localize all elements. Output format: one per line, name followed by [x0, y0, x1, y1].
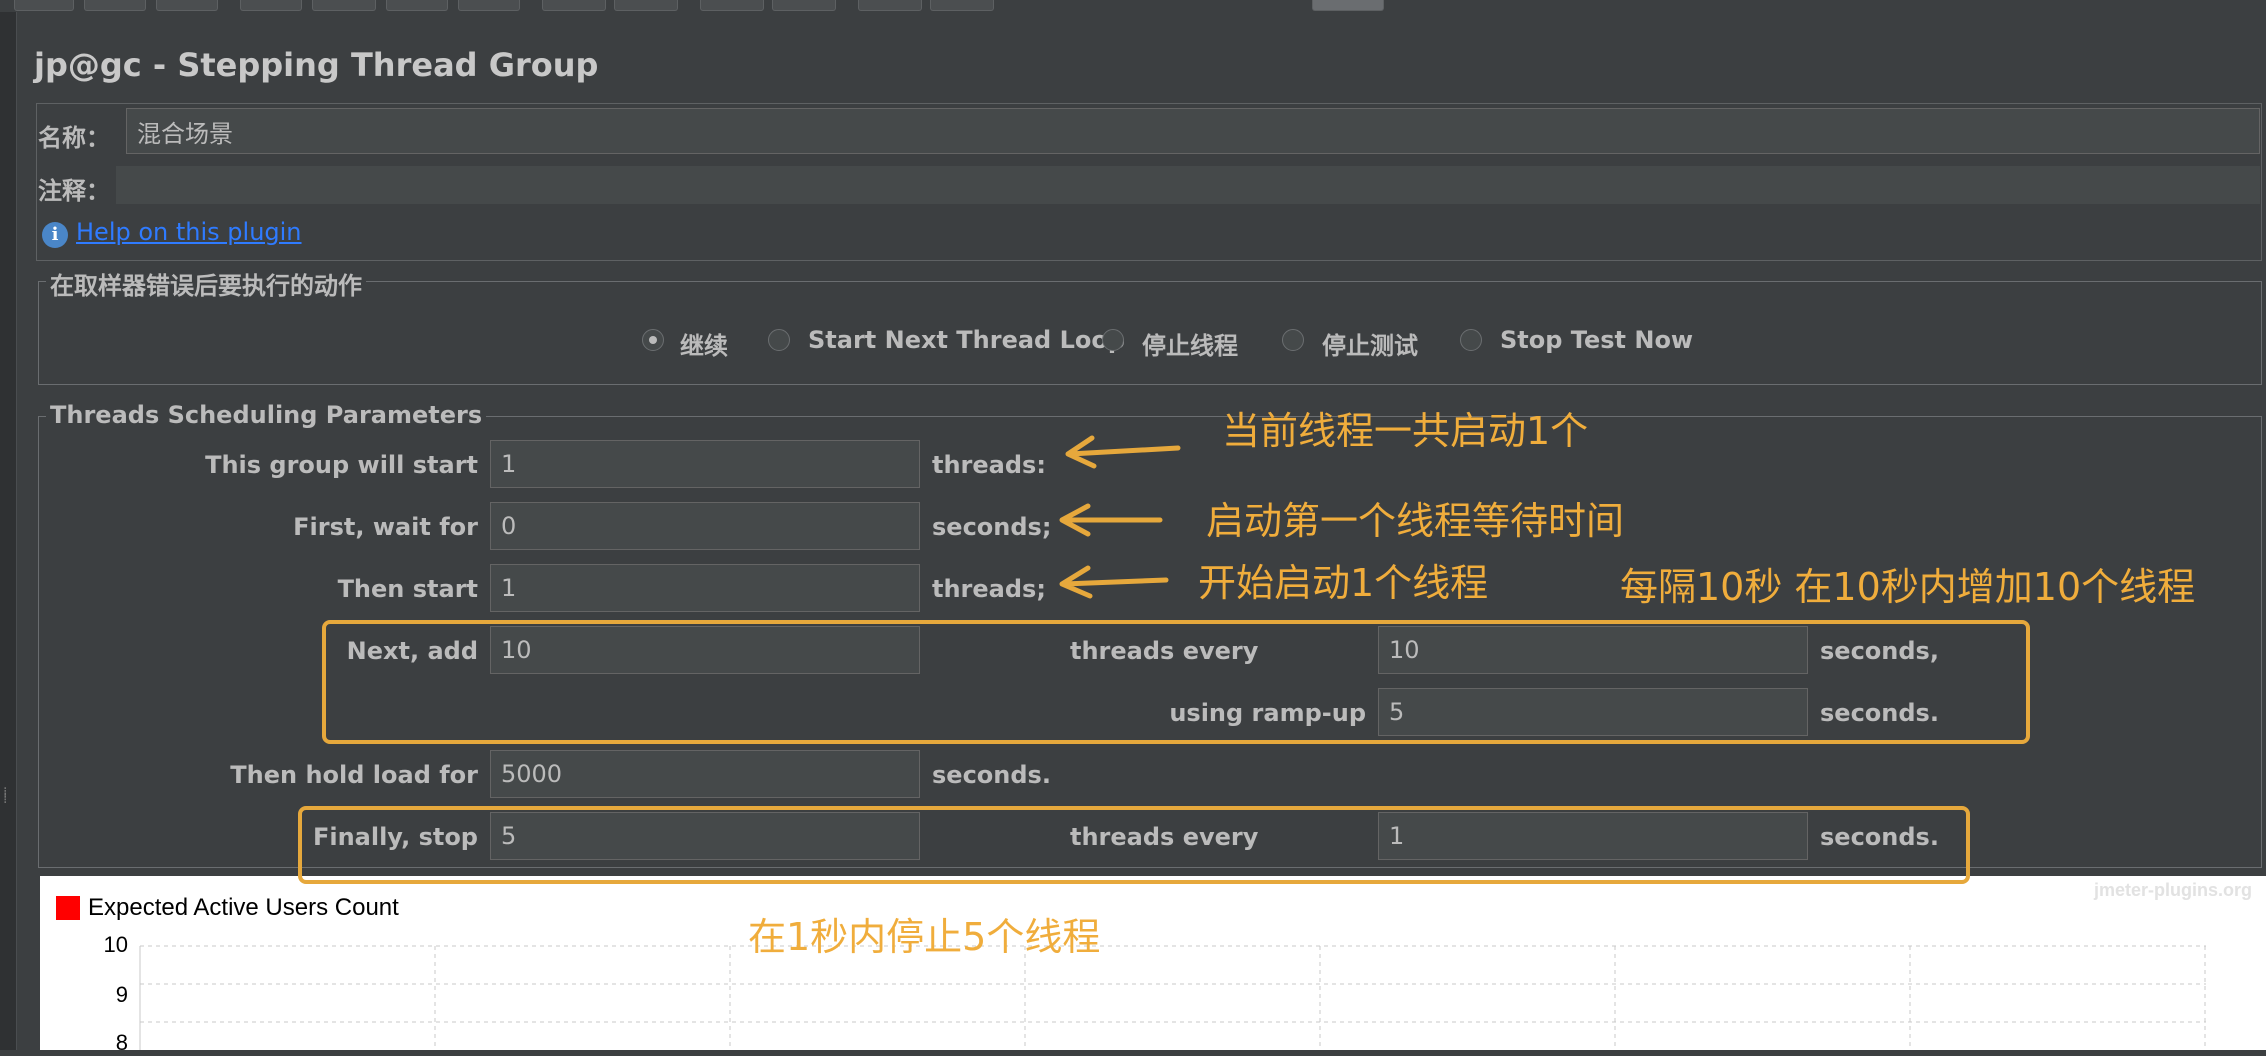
annotation-stop-threads: 在1秒内停止5个线程: [748, 915, 1101, 959]
arrow-3: [1059, 565, 1169, 599]
annotation-start-threads: 开始启动1个线程: [1198, 561, 1489, 605]
annotation-total-threads: 当前线程一共启动1个: [1222, 409, 1589, 453]
annotation-step-increase: 每隔10秒 在10秒内增加10个线程: [1620, 565, 2196, 609]
arrow-1: [1065, 435, 1181, 469]
annotation-arrows: [1059, 435, 1181, 599]
arrow-2: [1059, 503, 1163, 537]
annotation-initial-wait: 启动第一个线程等待时间: [1206, 499, 1625, 543]
